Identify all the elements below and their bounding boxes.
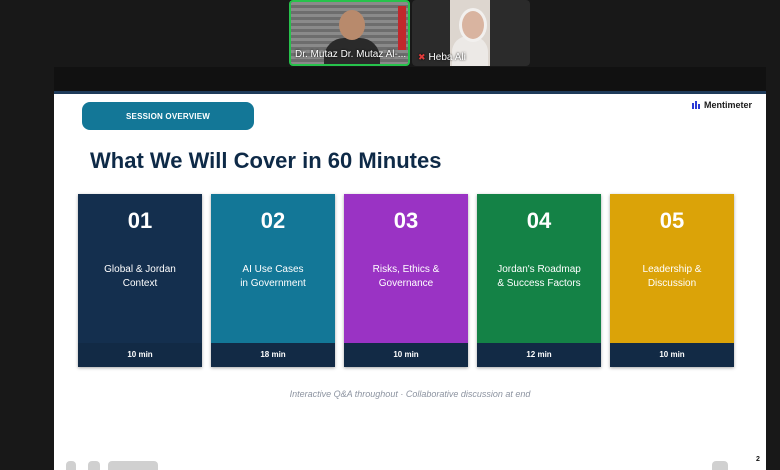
agenda-card-4: 04 Jordan's Roadmap & Success Factors 12… — [477, 194, 601, 367]
card-topic-line-1: AI Use Cases — [242, 264, 304, 275]
card-topic: AI Use Cases in Government — [217, 263, 329, 291]
card-topic-line-2: Discussion — [647, 278, 697, 289]
shared-screen: SESSION OVERVIEW Mentimeter What We Will… — [54, 67, 766, 470]
participant-name-label: Dr. Mutaz Dr. Mutaz Al-... — [295, 49, 407, 60]
card-duration: 18 min — [211, 343, 335, 367]
participant-tile-mutaz[interactable]: Dr. Mutaz Dr. Mutaz Al-... — [289, 0, 410, 66]
agenda-card-1: 01 Global & Jordan Context 10 min — [78, 194, 202, 367]
agenda-card-2: 02 AI Use Cases in Government 18 min — [211, 194, 335, 367]
notification-badge: 2 — [752, 454, 764, 466]
slide-toolbar-control[interactable] — [108, 461, 158, 470]
card-duration: 10 min — [78, 343, 202, 367]
slide-prev-control[interactable] — [66, 461, 76, 470]
card-number: 05 — [659, 208, 685, 233]
mic-muted-icon: ✖ — [418, 52, 426, 62]
agenda-card-5: 05 Leadership & Discussion 10 min — [610, 194, 734, 367]
card-topic: Global & Jordan Context — [84, 263, 196, 291]
slide-accent-bar — [54, 91, 766, 94]
brand-text: Mentimeter — [703, 100, 752, 110]
agenda-card-3: 03 Risks, Ethics & Governance 10 min — [344, 194, 468, 367]
card-number: 01 — [127, 208, 153, 233]
mentimeter-logo-icon — [691, 101, 700, 109]
card-number: 02 — [260, 208, 286, 233]
card-number: 03 — [393, 208, 419, 233]
agenda-cards: 01 Global & Jordan Context 10 min 02 AI … — [78, 194, 734, 367]
card-duration: 10 min — [610, 343, 734, 367]
card-number: 04 — [526, 208, 552, 233]
mentimeter-brand: Mentimeter — [691, 100, 752, 110]
card-topic: Leadership & Discussion — [616, 263, 728, 291]
card-topic-line-2: Context — [122, 278, 158, 289]
participant-video-head — [339, 10, 365, 40]
participant-name-label: ✖ Heba Ali — [412, 50, 530, 64]
slide-menu-control[interactable] — [712, 461, 728, 470]
card-topic-line-1: Jordan's Roadmap — [497, 264, 581, 275]
participant-video-head — [459, 8, 487, 42]
card-topic: Jordan's Roadmap & Success Factors — [483, 263, 595, 291]
card-topic: Risks, Ethics & Governance — [350, 263, 462, 291]
card-topic-line-2: in Government — [240, 278, 306, 289]
session-overview-pill: SESSION OVERVIEW — [82, 102, 254, 130]
flag-decoration — [398, 6, 406, 50]
participant-name-text: Heba Ali — [428, 52, 466, 63]
slide-next-control[interactable] — [88, 461, 100, 470]
card-duration: 10 min — [344, 343, 468, 367]
card-topic-line-1: Risks, Ethics & — [372, 264, 440, 275]
share-top-bar — [54, 67, 766, 91]
participant-tile-heba[interactable]: ✖ Heba Ali — [412, 0, 530, 66]
card-topic-line-2: Governance — [378, 278, 434, 289]
card-topic-line-1: Global & Jordan — [104, 264, 176, 275]
card-duration: 12 min — [477, 343, 601, 367]
card-topic-line-2: & Success Factors — [497, 278, 581, 289]
slide-footnote: Interactive Q&A throughout · Collaborati… — [289, 389, 531, 399]
card-topic-line-1: Leadership & — [642, 264, 702, 275]
slide-title: What We Will Cover in 60 Minutes — [90, 148, 442, 173]
